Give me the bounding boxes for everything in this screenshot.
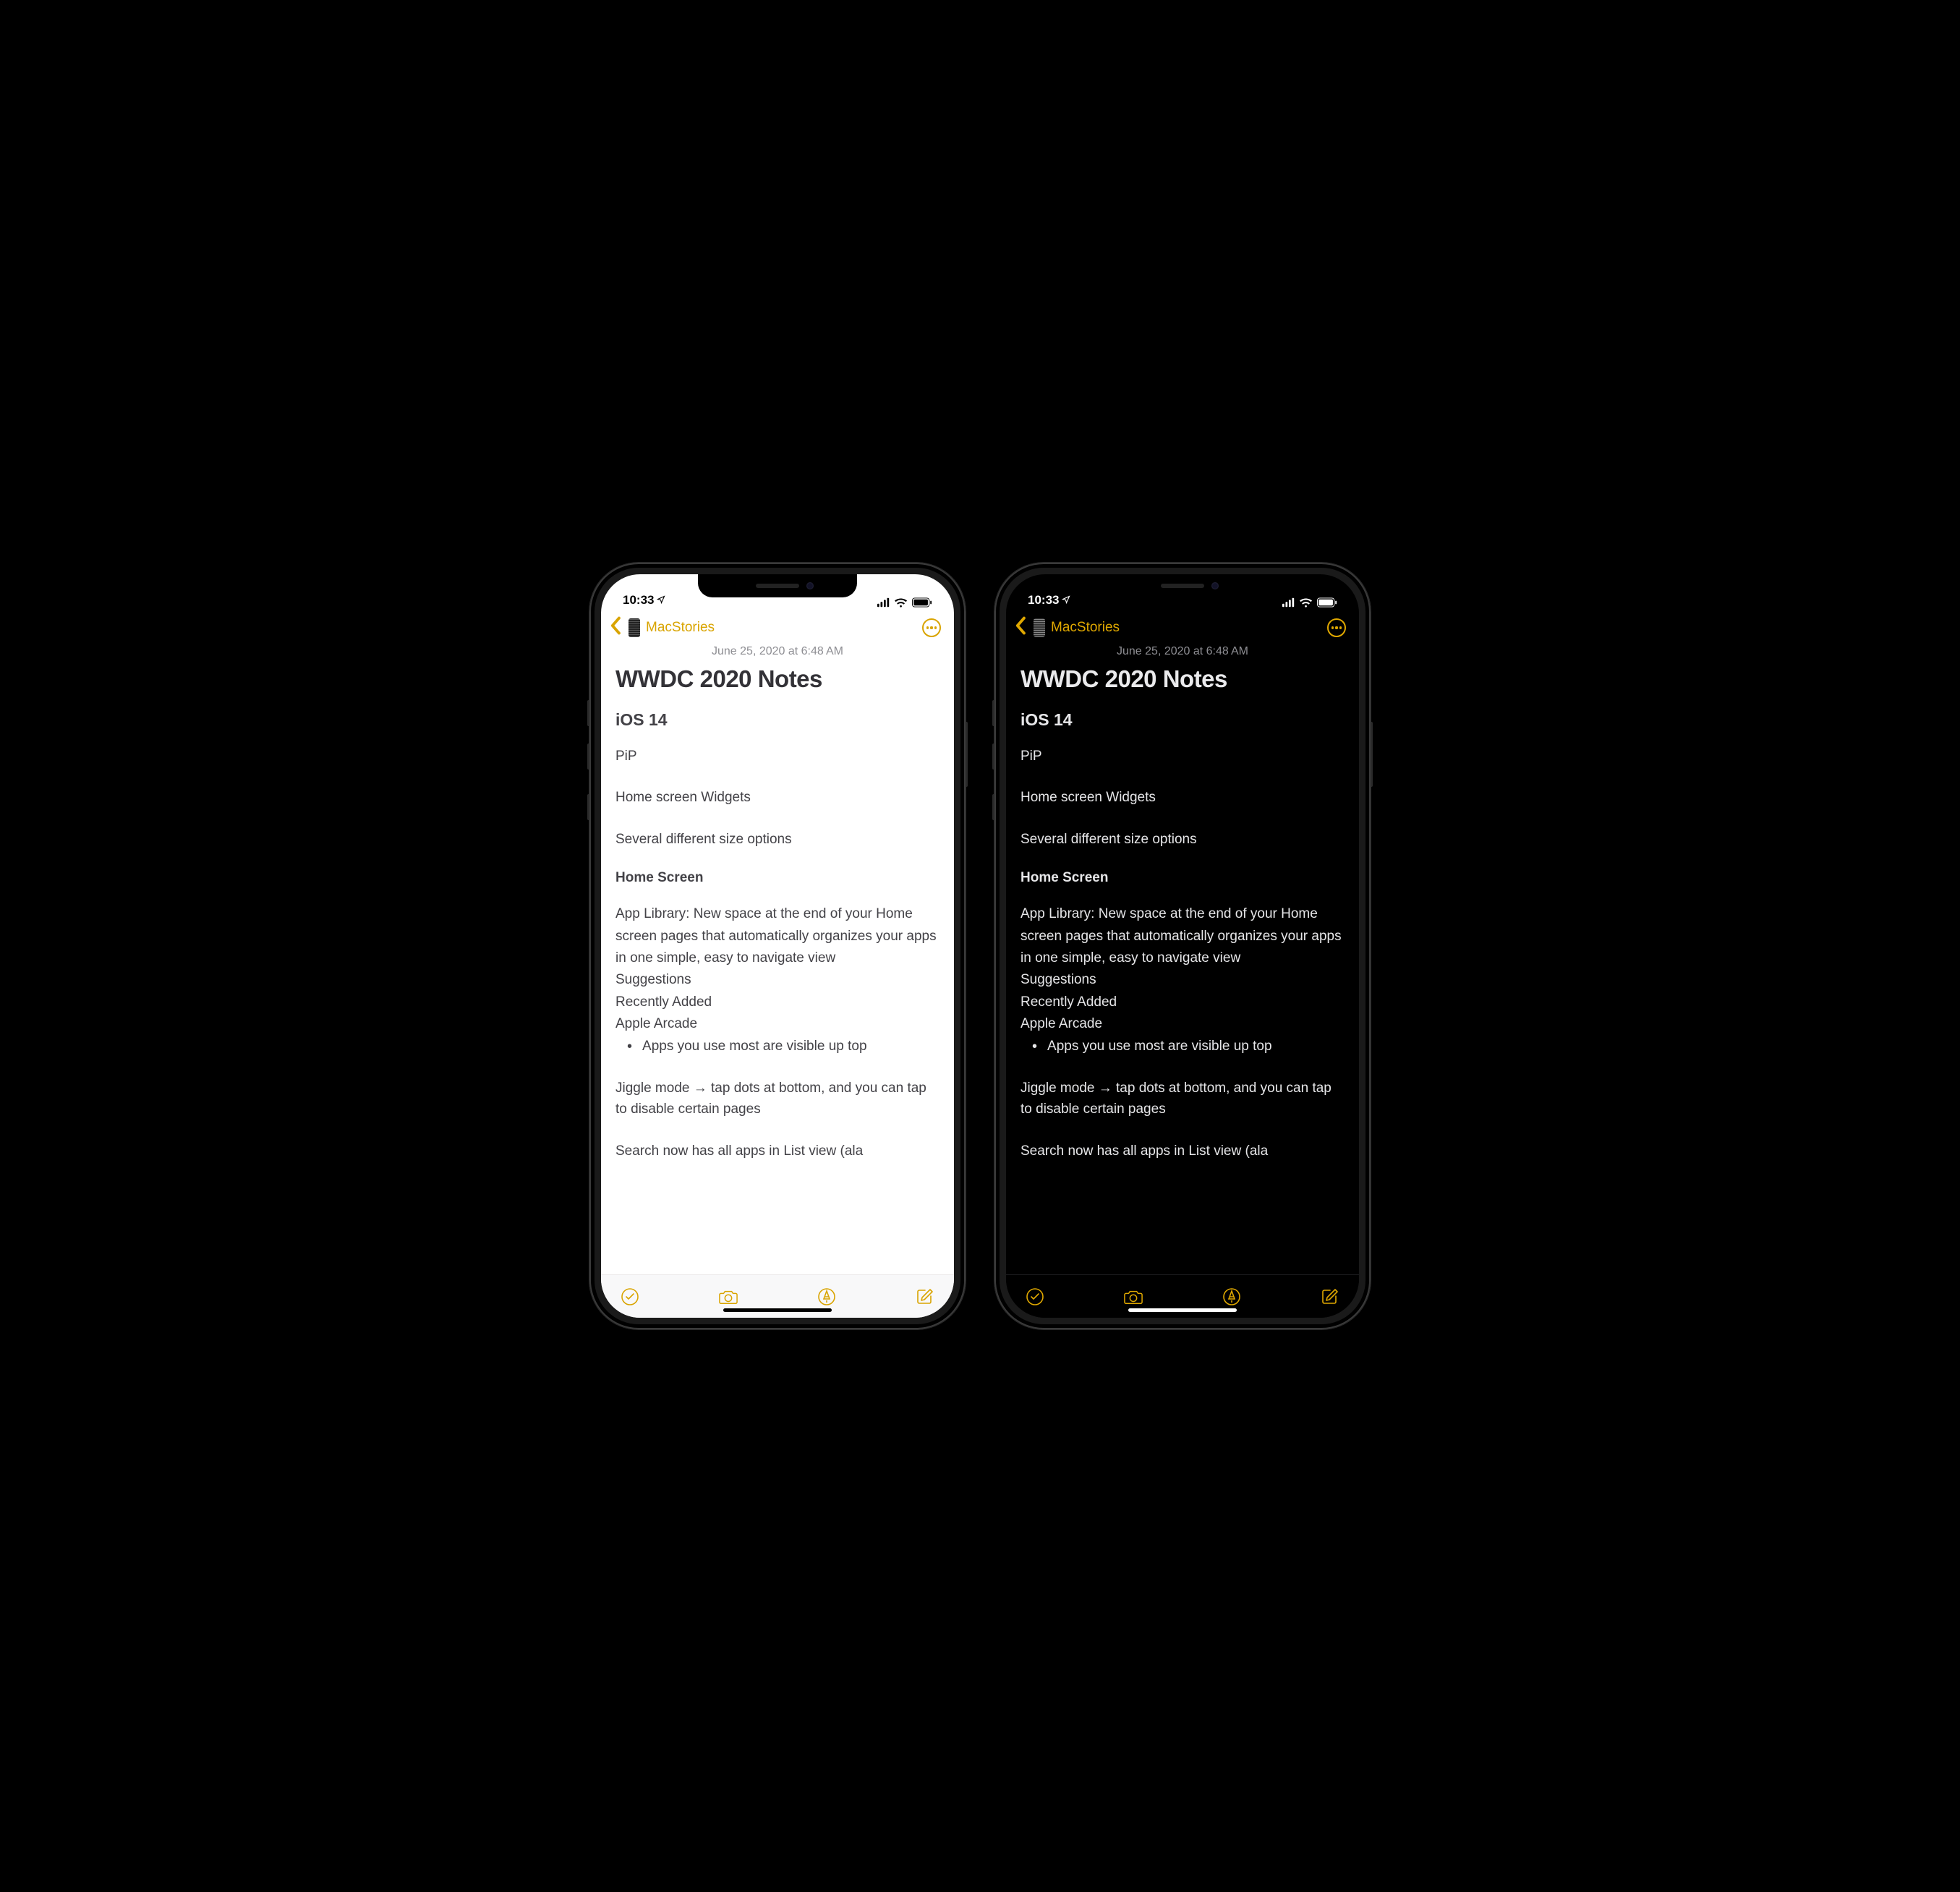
chevron-left-icon — [1015, 616, 1028, 639]
status-right — [1282, 597, 1337, 608]
line-suggestions: Suggestions — [615, 969, 939, 991]
note-timestamp: June 25, 2020 at 6:48 AM — [615, 645, 939, 658]
bullet-text: Apps you use most are visible up top — [642, 1036, 867, 1057]
camera-button[interactable] — [718, 1287, 738, 1307]
notch — [698, 574, 857, 597]
compose-button[interactable] — [1320, 1287, 1340, 1307]
notch — [1103, 574, 1262, 597]
line-recently-added: Recently Added — [615, 992, 939, 1013]
para-jiggle: Jiggle mode → tap dots at bottom, and yo… — [1021, 1078, 1345, 1120]
heading-ios14: iOS 14 — [615, 710, 939, 730]
checklist-button[interactable] — [620, 1287, 640, 1307]
line-widgets: Home screen Widgets — [1021, 787, 1345, 808]
folder-icon — [1034, 618, 1045, 637]
compose-button[interactable] — [915, 1287, 935, 1307]
heading-homescreen: Home Screen — [1021, 870, 1345, 886]
markup-button[interactable] — [1222, 1287, 1242, 1307]
wifi-icon — [1300, 597, 1313, 608]
line-apple-arcade: Apple Arcade — [615, 1013, 939, 1035]
bullet-most-used: • Apps you use most are visible up top — [615, 1036, 939, 1057]
back-label: MacStories — [1051, 620, 1120, 636]
spacer — [1021, 1057, 1345, 1078]
more-button[interactable] — [922, 618, 941, 637]
note-body[interactable]: June 25, 2020 at 6:48 AM WWDC 2020 Notes… — [1006, 645, 1359, 1274]
battery-icon — [1317, 597, 1337, 608]
spacer — [615, 1057, 939, 1078]
line-widgets: Home screen Widgets — [615, 787, 939, 808]
back-button[interactable]: MacStories — [1015, 616, 1120, 639]
bullet-icon: • — [627, 1036, 632, 1057]
status-right — [877, 597, 932, 608]
nav-header: MacStories — [601, 609, 954, 645]
home-indicator[interactable] — [1128, 1308, 1237, 1312]
line-apple-arcade: Apple Arcade — [1021, 1013, 1345, 1035]
status-left: 10:33 — [623, 593, 665, 608]
ellipsis-icon — [926, 626, 937, 628]
front-camera — [1211, 582, 1219, 589]
content-fade — [1006, 1216, 1359, 1274]
nav-header: MacStories — [1006, 609, 1359, 645]
checklist-button[interactable] — [1025, 1287, 1045, 1307]
para-jiggle: Jiggle mode → tap dots at bottom, and yo… — [615, 1078, 939, 1120]
line-pip: PiP — [615, 746, 939, 767]
phone-dark: 10:33 — [994, 563, 1371, 1329]
screen: 10:33 — [1006, 574, 1359, 1318]
markup-button[interactable] — [817, 1287, 837, 1307]
status-left: 10:33 — [1028, 593, 1070, 608]
line-pip: PiP — [1021, 746, 1345, 767]
heading-ios14: iOS 14 — [1021, 710, 1345, 730]
content-fade — [601, 1216, 954, 1274]
bullet-text: Apps you use most are visible up top — [1047, 1036, 1272, 1057]
screen: 10:33 — [601, 574, 954, 1318]
para-applibrary: App Library: New space at the end of you… — [615, 903, 939, 969]
note-body[interactable]: June 25, 2020 at 6:48 AM WWDC 2020 Notes… — [601, 645, 954, 1274]
location-icon — [1062, 593, 1070, 608]
phone-light: 10:33 — [589, 563, 966, 1329]
note-timestamp: June 25, 2020 at 6:48 AM — [1021, 645, 1345, 658]
line-sizes: Several different size options — [1021, 829, 1345, 850]
folder-icon — [629, 618, 640, 637]
status-time: 10:33 — [623, 593, 654, 608]
wifi-icon — [895, 597, 908, 608]
para-search-cut: Search now has all apps in List view (al… — [1021, 1141, 1345, 1162]
bullet-most-used: • Apps you use most are visible up top — [1021, 1036, 1345, 1057]
line-suggestions: Suggestions — [1021, 969, 1345, 991]
home-indicator[interactable] — [723, 1308, 832, 1312]
battery-icon — [912, 597, 932, 608]
note-title: WWDC 2020 Notes — [1021, 665, 1345, 693]
heading-homescreen: Home Screen — [615, 870, 939, 886]
camera-button[interactable] — [1123, 1287, 1143, 1307]
more-button[interactable] — [1327, 618, 1346, 637]
speaker-grille — [1161, 584, 1204, 588]
cellular-icon — [877, 597, 890, 608]
para-search-cut: Search now has all apps in List view (al… — [615, 1141, 939, 1162]
location-icon — [657, 593, 665, 608]
line-sizes: Several different size options — [615, 829, 939, 850]
cellular-icon — [1282, 597, 1295, 608]
front-camera — [806, 582, 814, 589]
ellipsis-icon — [1331, 626, 1342, 628]
bullet-icon: • — [1032, 1036, 1037, 1057]
back-label: MacStories — [646, 620, 715, 636]
note-title: WWDC 2020 Notes — [615, 665, 939, 693]
back-button[interactable]: MacStories — [610, 616, 715, 639]
chevron-left-icon — [610, 616, 623, 639]
para-applibrary: App Library: New space at the end of you… — [1021, 903, 1345, 969]
speaker-grille — [756, 584, 799, 588]
status-time: 10:33 — [1028, 593, 1059, 608]
line-recently-added: Recently Added — [1021, 992, 1345, 1013]
